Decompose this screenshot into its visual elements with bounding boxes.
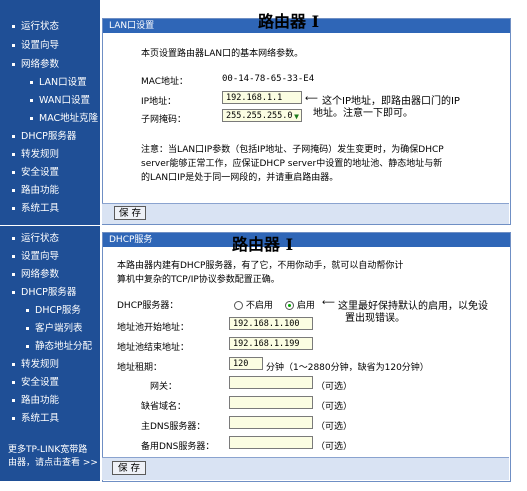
gateway-field[interactable] [229, 376, 313, 389]
sidebar-subitem-wan[interactable]: WAN口设置 [30, 92, 90, 106]
chevron-down-icon[interactable]: ▼ [294, 110, 299, 123]
radio-off-icon[interactable] [234, 301, 243, 310]
page-description: 本页设置路由器LAN口的基本网络参数。 [141, 49, 304, 59]
domain-label: 缺省域名： [141, 402, 187, 412]
sidebar-subitem-mac-clone[interactable]: MAC地址克隆 [30, 110, 98, 124]
subnet-mask-value: 255.255.255.0 [226, 111, 293, 121]
lease-field[interactable]: 120 [229, 357, 263, 370]
secondary-dns-field[interactable] [229, 436, 313, 449]
page-title: 路由器 I [258, 12, 320, 31]
ip-annotation-line2: 地址。注意一下即可。 [313, 108, 413, 119]
bottom-footer [102, 457, 509, 480]
domain-field[interactable] [229, 396, 313, 409]
dhcp-description-line2: 算机中复杂的TCP/IP协议参数配置正确。 [117, 275, 280, 285]
sidebar-item-dhcp[interactable]: DHCP服务器 [12, 128, 76, 142]
sidebar-item-status[interactable]: 运行状态 [12, 230, 59, 244]
radio-on-icon[interactable] [285, 301, 294, 310]
gateway-optional: （可选） [316, 382, 353, 392]
dhcp-annotation-arrow-icon: ⟵ [322, 298, 335, 308]
sidebar-item-status[interactable]: 运行状态 [12, 18, 59, 32]
ip-annotation-arrow-icon: ⟵ [305, 94, 318, 104]
primary-dns-field[interactable] [229, 416, 313, 429]
secondary-dns-label: 备用DNS服务器： [141, 442, 215, 452]
ip-label: IP地址： [141, 97, 177, 107]
sidebar-item-network[interactable]: 网络参数 [12, 266, 59, 280]
primary-dns-optional: （可选） [316, 422, 353, 432]
promo-link[interactable]: 更多TP-LINK宽带路 由器，请点击查看 >> [8, 444, 98, 470]
note-line2: server能够正常工作，应保证DHCP server中设置的地址池、静态地址与… [141, 159, 443, 169]
pool-start-field[interactable]: 192.168.1.100 [229, 317, 313, 330]
sidebar-item-network[interactable]: 网络参数 [12, 56, 59, 70]
sidebar-subitem-client-list[interactable]: 客户端列表 [26, 320, 83, 334]
subnet-mask-select[interactable]: 255.255.255.0 ▼ [222, 109, 302, 122]
dhcp-radio-note-line2: 置出现错误。 [345, 313, 405, 324]
sidebar-item-routing[interactable]: 路由功能 [12, 182, 59, 196]
sidebar-item-routing[interactable]: 路由功能 [12, 392, 59, 406]
ip-address-field[interactable]: 192.168.1.1 [222, 91, 302, 104]
sidebar-item-system-tools[interactable]: 系统工具 [12, 200, 59, 214]
dhcp-server-label: DHCP服务器： [117, 301, 179, 311]
pool-start-label: 地址池开始地址： [117, 323, 190, 333]
top-footer [102, 203, 509, 224]
sidebar-item-security[interactable]: 安全设置 [12, 164, 59, 178]
lease-unit: 分钟（1～2880分钟，缺省为120分钟） [266, 363, 429, 373]
bottom-save-button[interactable]: 保 存 [112, 461, 146, 475]
primary-dns-label: 主DNS服务器： [141, 422, 206, 432]
sidebar-item-system-tools[interactable]: 系统工具 [12, 410, 59, 424]
pool-end-label: 地址池结束地址： [117, 343, 190, 353]
pool-end-field[interactable]: 192.168.1.199 [229, 337, 313, 350]
sidebar-item-wizard[interactable]: 设置向导 [12, 37, 59, 51]
sidebar-subitem-static-address[interactable]: 静态地址分配 [26, 338, 92, 352]
panel-header: DHCP服务 [103, 233, 510, 247]
sidebar-item-security[interactable]: 安全设置 [12, 374, 59, 388]
secondary-dns-optional: （可选） [316, 442, 353, 452]
bottom-sidebar: 运行状态 设置向导 网络参数 DHCP服务器 DHCP服务 客户端列表 静态地址… [0, 226, 100, 481]
promo-line2: 由器，请点击查看 >> [8, 458, 98, 468]
sidebar-item-forwarding[interactable]: 转发规则 [12, 356, 59, 370]
sidebar-item-dhcp[interactable]: DHCP服务器 [12, 284, 76, 298]
gateway-label: 网关： [150, 382, 178, 392]
sidebar-item-forwarding[interactable]: 转发规则 [12, 146, 59, 160]
promo-line1: 更多TP-LINK宽带路 [8, 445, 88, 455]
dhcp-disable-radio[interactable]: 不启用 [234, 298, 273, 311]
subnet-mask-label: 子网掩码： [141, 115, 187, 125]
dhcp-description-line1: 本路由器内建有DHCP服务器，有了它，不用你动手，就可以自动帮你计 [117, 261, 404, 271]
dhcp-enable-radio[interactable]: 启用 [285, 298, 315, 311]
lease-label: 地址租期： [117, 363, 163, 373]
note-line1: 注意：当LAN口IP参数（包括IP地址、子网掩码）发生变更时，为确保DHCP [141, 145, 444, 155]
sidebar-subitem-dhcp-service[interactable]: DHCP服务 [26, 302, 81, 316]
top-sidebar: 运行状态 设置向导 网络参数 LAN口设置 WAN口设置 MAC地址克隆 DHC… [0, 0, 100, 225]
note-line3: 的LAN口IP是处于同一网段的，并请重启路由器。 [141, 173, 339, 183]
mac-value: 00-14-78-65-33-E4 [222, 74, 315, 84]
page-title: 路由器 I [232, 235, 294, 254]
mac-label: MAC地址： [141, 77, 189, 87]
sidebar-subitem-lan[interactable]: LAN口设置 [30, 74, 87, 88]
domain-optional: （可选） [316, 402, 353, 412]
sidebar-item-wizard[interactable]: 设置向导 [12, 248, 59, 262]
top-save-button[interactable]: 保 存 [114, 206, 146, 220]
